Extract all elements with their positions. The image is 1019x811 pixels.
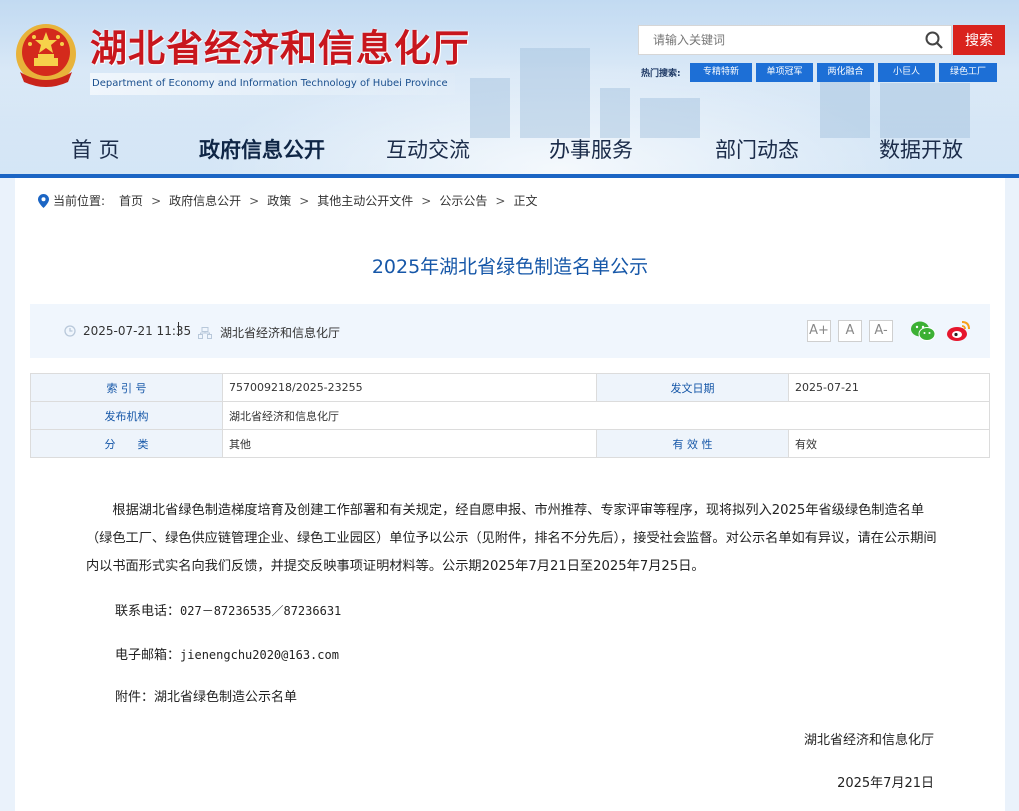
breadcrumb-item[interactable]: 首页: [119, 192, 143, 209]
nav-item-open-data[interactable]: 数据开放: [879, 134, 963, 164]
table-row: 索 引 号 757009218/2025-23255 发文日期 2025-07-…: [30, 373, 990, 402]
city-skyline: [520, 48, 590, 138]
validity-label: 有 效 性: [596, 429, 789, 458]
nav-item-home[interactable]: 首 页: [71, 134, 120, 164]
index-number-value: 757009218/2025-23255: [222, 373, 597, 402]
category-label: 分 类: [30, 429, 223, 458]
breadcrumb-item[interactable]: 其他主动公开文件: [317, 192, 413, 209]
site-header: 湖北省经济和信息化厅 Department of Economy and Inf…: [0, 0, 1019, 178]
hot-tag[interactable]: 单项冠军: [756, 63, 813, 82]
font-size-increase-button[interactable]: A+: [807, 320, 831, 342]
breadcrumb-item: 正文: [513, 194, 538, 208]
article-title: 2025年湖北省绿色制造名单公示: [371, 256, 649, 278]
font-size-decrease-button[interactable]: A-: [869, 320, 893, 342]
table-row: 发布机构 湖北省经济和信息化厅: [30, 401, 990, 430]
main-nav: 首 页 政府信息公开 互动交流 办事服务 部门动态 数据开放: [0, 134, 1019, 170]
hot-tag[interactable]: 绿色工厂: [939, 63, 997, 82]
nav-item-services[interactable]: 办事服务: [549, 134, 633, 164]
nav-item-gov-info[interactable]: 政府信息公开: [199, 134, 325, 164]
email-value[interactable]: jienengchu2020@163.com: [180, 648, 339, 662]
issue-date-label: 发文日期: [596, 373, 789, 402]
breadcrumb-label: 当前位置:: [53, 194, 106, 208]
contact-phone: 联系电话：027－87236535／87236631: [115, 600, 341, 619]
font-size-default-button[interactable]: A: [838, 320, 862, 342]
city-skyline: [880, 83, 970, 138]
hot-tag[interactable]: 专精特新: [690, 63, 752, 82]
breadcrumb-separator: >: [249, 193, 260, 208]
attachment-label: 附件：: [115, 690, 155, 705]
hot-search-label: 热门搜索:: [641, 69, 681, 79]
signature-date: 2025年7月21日: [837, 776, 934, 791]
publisher-name: 湖北省经济和信息化厅: [220, 326, 341, 340]
search-button[interactable]: 搜索: [953, 25, 1005, 55]
breadcrumb-item[interactable]: 政府信息公开: [169, 192, 241, 209]
search-icon[interactable]: [925, 31, 943, 49]
national-emblem-icon[interactable]: [14, 22, 78, 88]
weibo-icon[interactable]: [946, 319, 972, 343]
wechat-icon[interactable]: [910, 319, 936, 343]
article-meta-bar: 2025-07-21 11:35 湖北省经济和信息化厅 A+ A A-: [30, 304, 990, 358]
breadcrumb-item[interactable]: 政策: [267, 192, 291, 209]
email-label: 电子邮箱：: [115, 648, 181, 663]
phone-label: 联系电话：: [115, 604, 181, 619]
breadcrumb-item[interactable]: 公示公告: [439, 192, 487, 209]
index-number-label: 索 引 号: [30, 373, 223, 402]
site-subtitle: Department of Economy and Information Te…: [90, 73, 455, 95]
hot-tag[interactable]: 小巨人: [878, 63, 935, 82]
city-skyline: [470, 78, 510, 138]
meta-divider: [178, 322, 179, 336]
breadcrumb: 当前位置: 首页 > 政府信息公开 > 政策 > 其他主动公开文件 > 公示公告…: [38, 192, 537, 209]
nav-item-interaction[interactable]: 互动交流: [386, 134, 470, 164]
hot-tag[interactable]: 两化融合: [817, 63, 874, 82]
signature-org: 湖北省经济和信息化厅: [803, 733, 934, 748]
breadcrumb-separator: >: [151, 193, 162, 208]
search-box: [638, 25, 952, 55]
publish-date: 2025-07-21 11:35: [64, 324, 191, 338]
site-title[interactable]: 湖北省经济和信息化厅: [90, 18, 470, 72]
search-input[interactable]: [639, 26, 919, 54]
publisher: 湖北省经济和信息化厅: [198, 324, 340, 341]
attachment: 附件：湖北省绿色制造公示名单: [115, 686, 297, 705]
city-skyline: [640, 98, 700, 138]
clock-icon: [64, 325, 76, 337]
organization-icon: [198, 326, 212, 339]
issuing-org-label: 发布机构: [30, 401, 223, 430]
attachment-link[interactable]: 湖北省绿色制造公示名单: [154, 690, 297, 705]
table-row: 分 类 其他 有 效 性 有效: [30, 429, 990, 458]
issue-date-value: 2025-07-21: [788, 373, 990, 402]
nav-item-dept-news[interactable]: 部门动态: [715, 134, 799, 164]
issuing-org-value: 湖北省经济和信息化厅: [222, 401, 990, 430]
location-pin-icon: [38, 193, 49, 208]
category-value: 其他: [222, 429, 597, 458]
article-paragraph: 根据湖北省绿色制造梯度培育及创建工作部署和有关规定，经自愿申报、市州推荐、专家评…: [86, 503, 937, 574]
breadcrumb-separator: >: [495, 193, 506, 208]
hot-search-tags: 专精特新 单项冠军 两化融合 小巨人 绿色工厂: [690, 63, 1001, 82]
validity-value: 有效: [788, 429, 990, 458]
city-skyline: [600, 88, 630, 138]
phone-value: 027－87236535／87236631: [180, 604, 342, 618]
contact-email: 电子邮箱：jienengchu2020@163.com: [115, 644, 339, 663]
publish-datetime: 2025-07-21 11:35: [83, 324, 192, 338]
breadcrumb-separator: >: [299, 193, 310, 208]
breadcrumb-separator: >: [421, 193, 432, 208]
document-info-table: 索 引 号 757009218/2025-23255 发文日期 2025-07-…: [30, 373, 990, 458]
